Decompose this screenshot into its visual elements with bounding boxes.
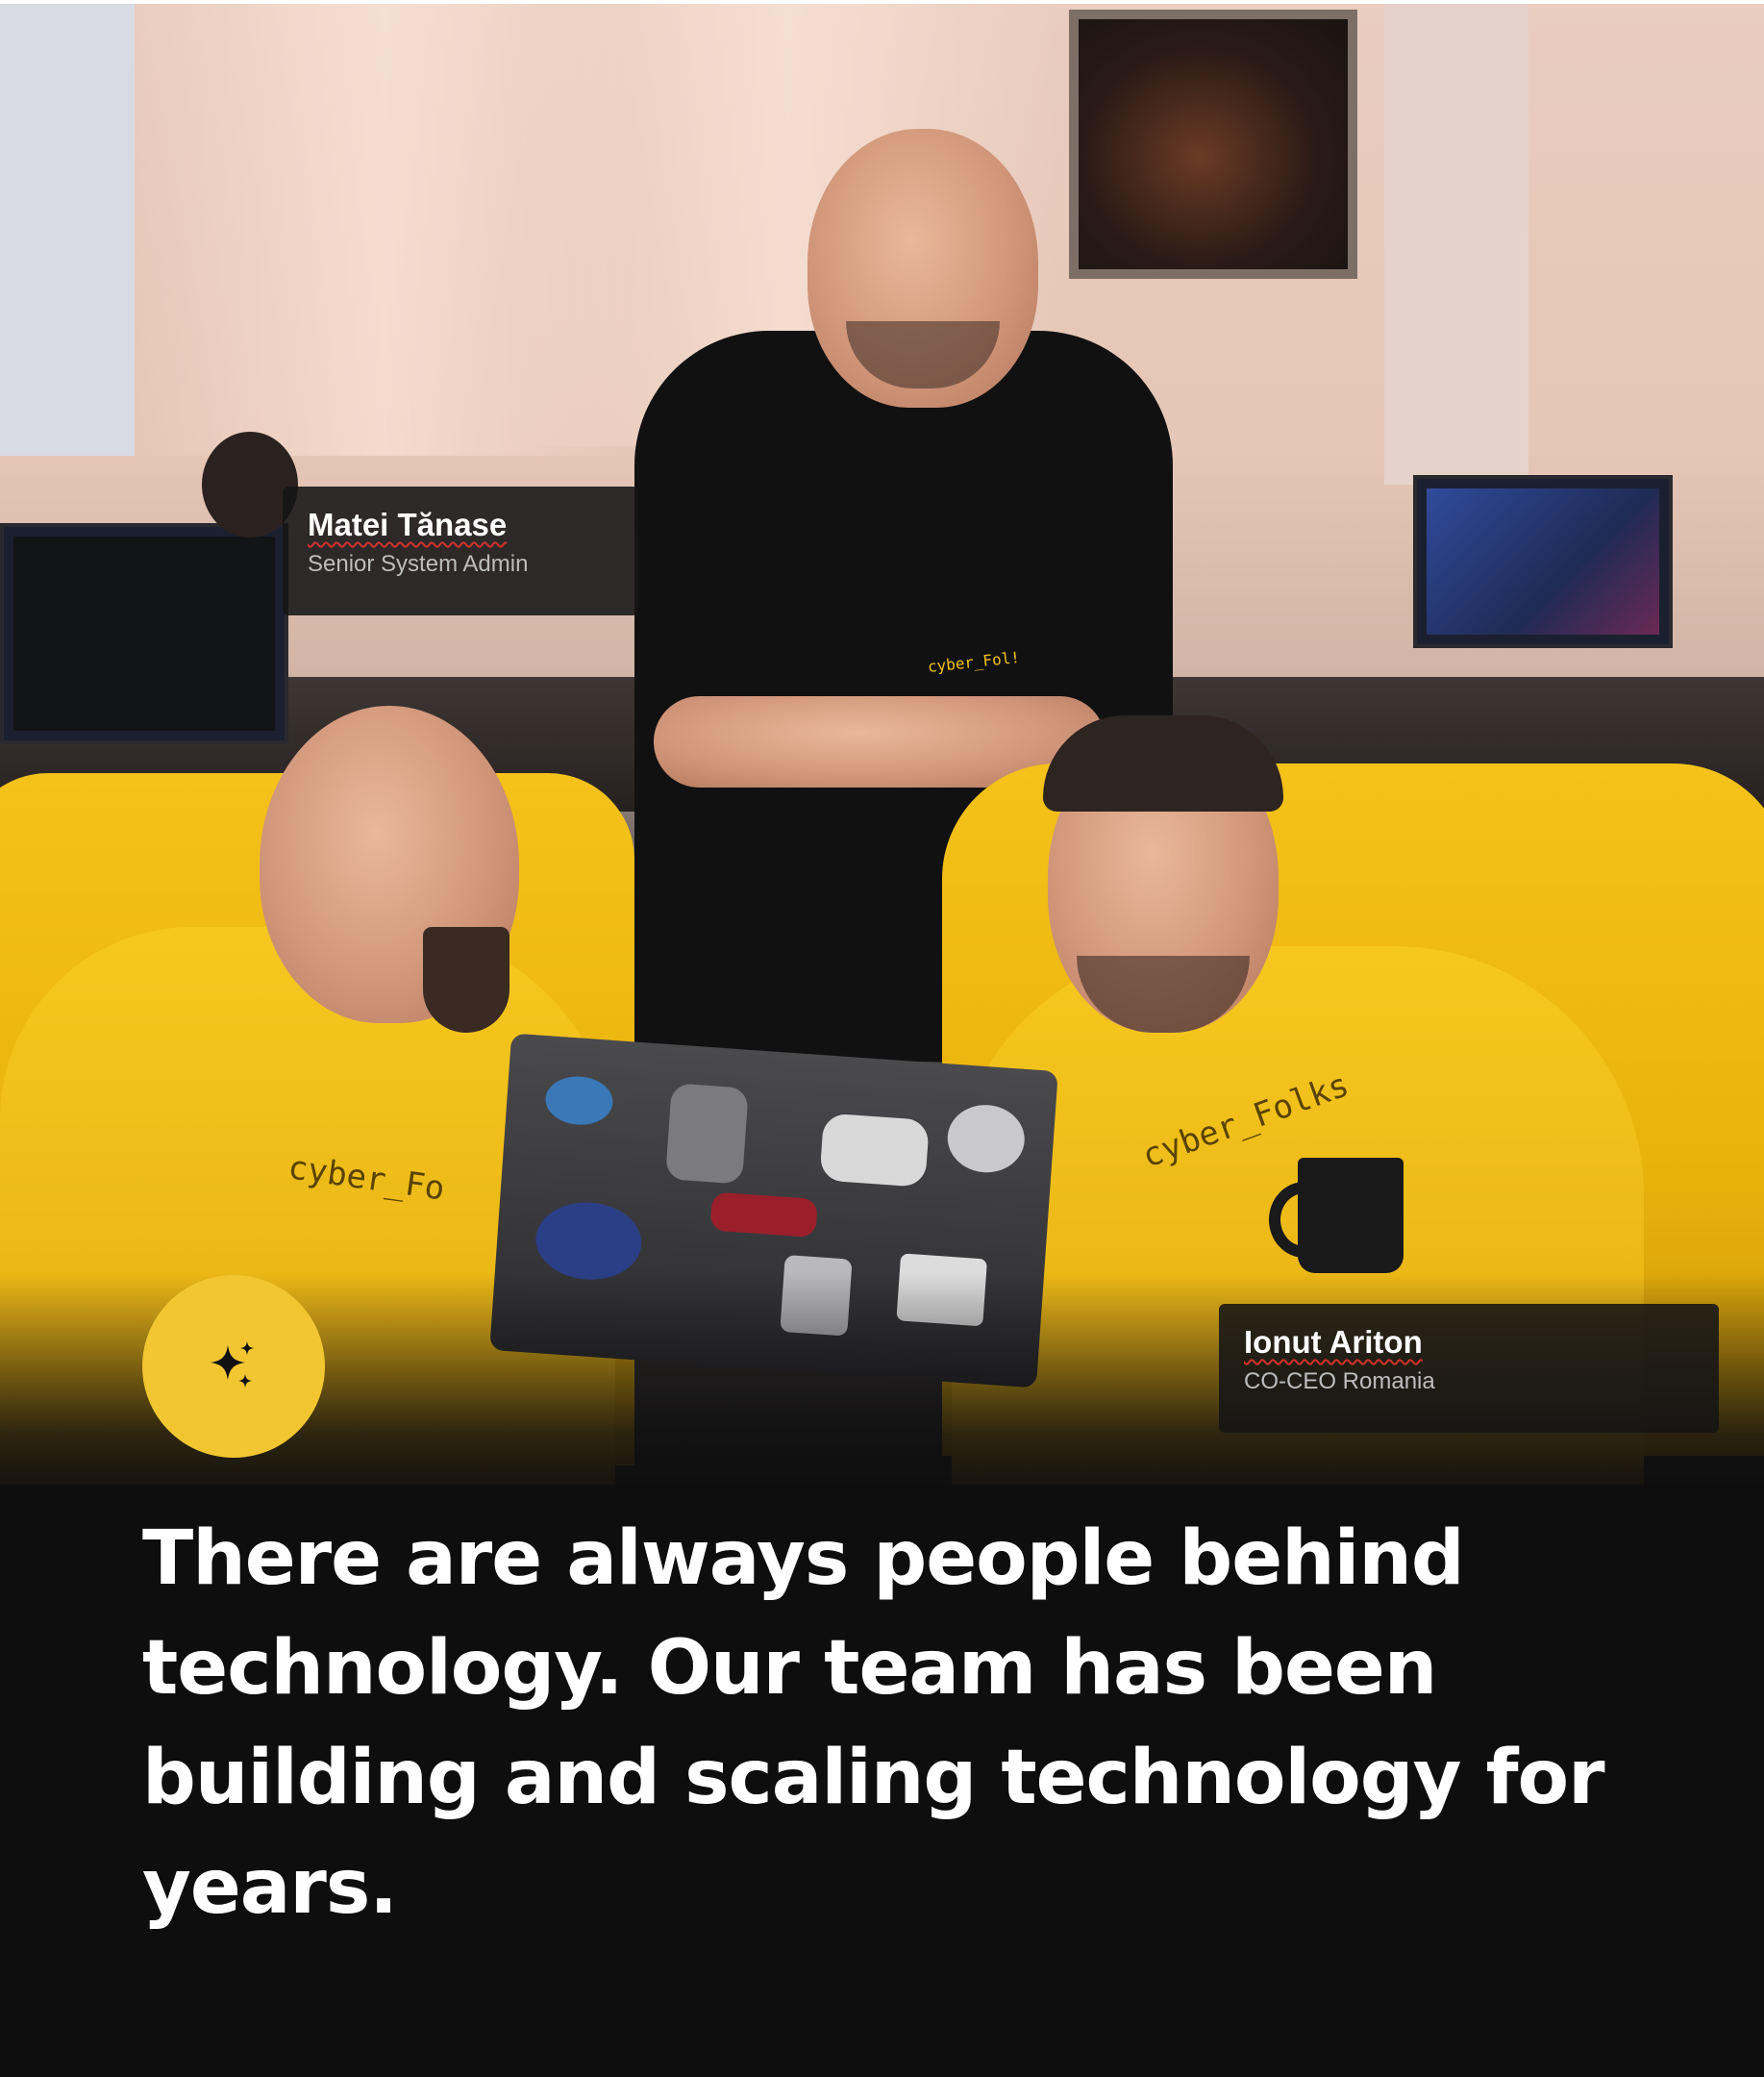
laptop-sticker bbox=[945, 1102, 1028, 1175]
sparkle-badge bbox=[142, 1275, 325, 1458]
name-tag-ionut: Ionut Ariton CO-CEO Romania bbox=[1219, 1304, 1719, 1433]
laptop-sticker bbox=[709, 1191, 818, 1239]
wall-pillar bbox=[1384, 4, 1528, 485]
person-role: Senior System Admin bbox=[308, 551, 529, 577]
laptop-sticker-nasa bbox=[533, 1198, 644, 1284]
laptop-sticker bbox=[819, 1113, 930, 1188]
right-man-hair bbox=[1043, 715, 1283, 812]
monitor bbox=[1413, 475, 1673, 648]
wall-pillar bbox=[0, 4, 135, 456]
team-card: cyber_Fol! cyber_Fo cyber_Folks Matei Tă… bbox=[0, 4, 1764, 2077]
mug-handle bbox=[1269, 1182, 1340, 1258]
name-tag-matei: Matei Tănase Senior System Admin bbox=[283, 487, 638, 615]
person-name: Matei Tănase bbox=[308, 507, 508, 542]
wall-painting bbox=[1069, 10, 1357, 279]
left-man-beard bbox=[423, 927, 509, 1033]
headline-text: There are always people behind technolog… bbox=[142, 1515, 1605, 1931]
person-role: CO-CEO Romania bbox=[1244, 1368, 1435, 1394]
laptop-sticker bbox=[665, 1083, 749, 1185]
sparkles-icon bbox=[211, 1341, 254, 1388]
monitor bbox=[0, 523, 288, 744]
person-name: Ionut Ariton bbox=[1244, 1324, 1423, 1360]
laptop-sticker bbox=[543, 1074, 615, 1127]
team-photo: cyber_Fol! cyber_Fo cyber_Folks bbox=[0, 4, 1764, 1485]
